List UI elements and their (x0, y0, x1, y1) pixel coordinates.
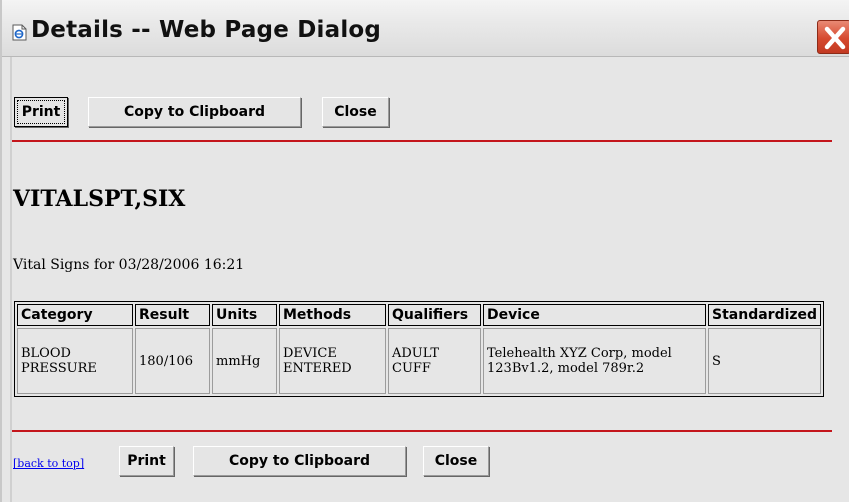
column-header-device: Device (483, 304, 706, 326)
close-button-bottom[interactable]: Close (423, 446, 489, 476)
print-button-bottom[interactable]: Print (119, 446, 174, 476)
table-row: BLOOD PRESSURE 180/106 mmHg DEVICE ENTER… (17, 328, 822, 394)
cell-category: BLOOD PRESSURE (17, 328, 133, 394)
cell-qualifiers: ADULT CUFF (388, 328, 481, 394)
back-to-top-link[interactable]: [back to top] (13, 457, 84, 470)
cell-result: 180/106 (135, 328, 210, 394)
window-title: Details -- Web Page Dialog (31, 17, 382, 43)
column-header-methods: Methods (279, 304, 386, 326)
divider-top (12, 140, 832, 142)
copy-to-clipboard-button-bottom[interactable]: Copy to Clipboard (193, 446, 406, 476)
cell-methods: DEVICE ENTERED (279, 328, 386, 394)
left-frame-edge (10, 57, 12, 502)
cell-units: mmHg (212, 328, 277, 394)
copy-to-clipboard-button-top[interactable]: Copy to Clipboard (88, 97, 301, 127)
vitals-table: Category Result Units Methods Qualifiers… (14, 301, 825, 397)
column-header-result: Result (135, 304, 210, 326)
column-header-units: Units (212, 304, 277, 326)
cell-device: Telehealth XYZ Corp, model 123Bv1.2, mod… (483, 328, 706, 394)
print-button-top[interactable]: Print (14, 97, 68, 127)
vitals-caption: Vital Signs for 03/28/2006 16:21 (13, 257, 245, 273)
dialog-window: Details -- Web Page Dialog Print Copy to… (0, 0, 849, 502)
close-button-top[interactable]: Close (322, 97, 389, 127)
divider-bottom (12, 430, 832, 432)
window-close-button[interactable] (817, 20, 849, 54)
ie-page-icon (12, 24, 27, 41)
column-header-category: Category (17, 304, 133, 326)
column-header-standardized: Standardized (708, 304, 822, 326)
column-header-qualifiers: Qualifiers (388, 304, 481, 326)
title-bar[interactable]: Details -- Web Page Dialog (2, 0, 849, 57)
vitals-header-row: Category Result Units Methods Qualifiers… (17, 304, 822, 326)
cell-standardized: S (708, 328, 822, 394)
close-icon (824, 26, 846, 50)
patient-name: VITALSPT,SIX (13, 186, 186, 212)
